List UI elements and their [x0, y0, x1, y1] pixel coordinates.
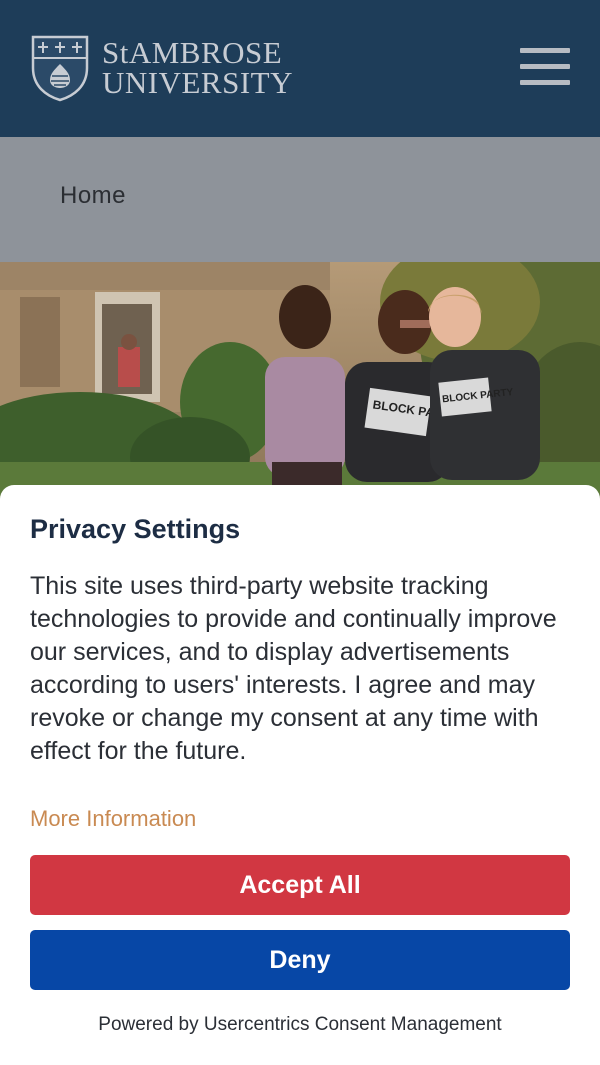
menu-bar-middle	[520, 64, 570, 69]
menu-bar-bottom	[520, 80, 570, 85]
crest-icon	[31, 35, 89, 102]
university-wordmark: StAMBROSE UNIVERSITY	[102, 35, 293, 100]
university-logo[interactable]: StAMBROSE UNIVERSITY	[30, 34, 293, 102]
breadcrumb-home-link[interactable]: Home	[60, 182, 126, 210]
menu-bar-top	[520, 48, 570, 53]
hero-image: BLOCK PARTY BLOCK PARTY	[0, 262, 600, 502]
brand-line-1: StAMBROSE	[102, 35, 283, 70]
privacy-consent-dialog: Privacy Settings This site uses third-pa…	[0, 485, 600, 1065]
deny-button[interactable]: Deny	[30, 930, 570, 990]
consent-description: This site uses third-party website track…	[30, 572, 557, 765]
site-header: StAMBROSE UNIVERSITY	[0, 0, 600, 137]
powered-by-text: Powered by Usercentrics Consent Manageme…	[98, 1014, 502, 1035]
consent-title: Privacy Settings	[30, 514, 241, 544]
more-information-link[interactable]: More Information	[30, 806, 196, 832]
brand-line-2: UNIVERSITY	[102, 65, 293, 100]
accept-all-button[interactable]: Accept All	[30, 855, 570, 915]
hamburger-menu-icon[interactable]	[520, 48, 570, 86]
page: StAMBROSE UNIVERSITY Home BLOCK PARTY BL…	[0, 0, 600, 1065]
